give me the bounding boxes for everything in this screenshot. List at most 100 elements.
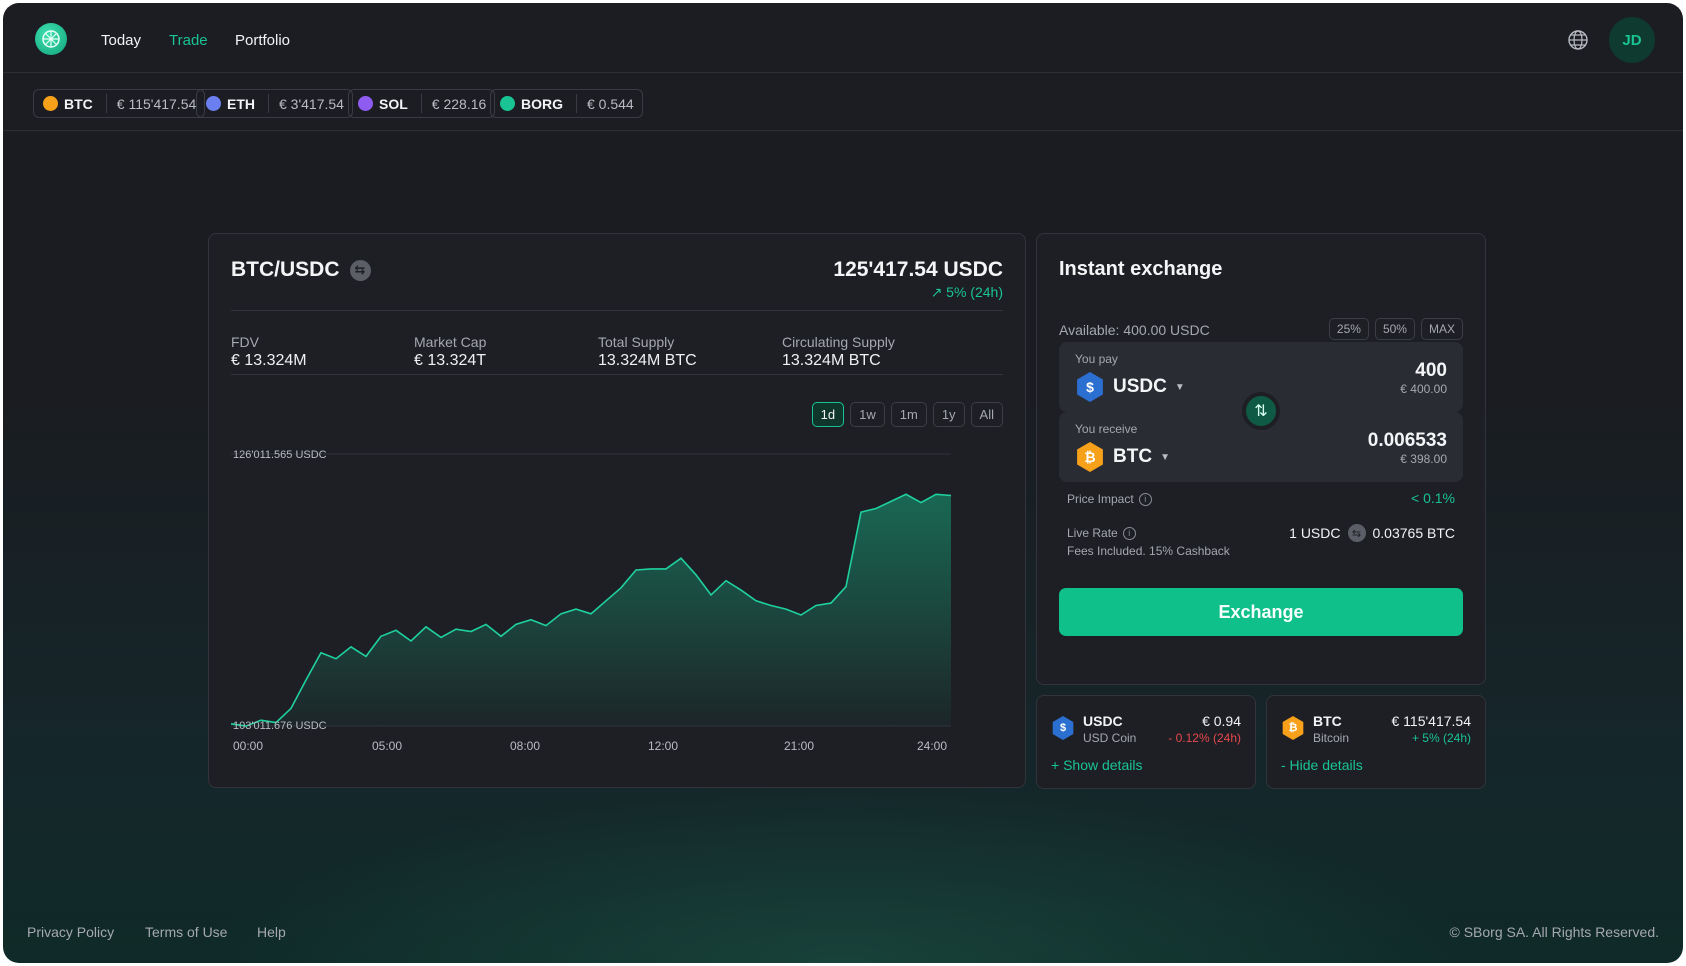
swap-rate-icon[interactable]: ⇆ bbox=[1347, 524, 1366, 542]
stat-market-cap: Market Cap € 13.324T bbox=[414, 334, 486, 370]
coin-symbol: BTC bbox=[1313, 713, 1342, 729]
show-details-link[interactable]: + Show details bbox=[1051, 757, 1142, 773]
x-axis-ticks: 00:00 05:00 08:00 12:00 21:00 24:00 bbox=[233, 739, 947, 753]
globe-icon[interactable] bbox=[1567, 29, 1589, 51]
chart-card: BTC/USDC ⇆ 125'417.54 USDC ↗ 5% (24h) FD… bbox=[208, 233, 1026, 788]
brand-logo-icon[interactable] bbox=[35, 23, 67, 55]
range-1y[interactable]: 1y bbox=[932, 402, 965, 427]
live-rate-row: Live Rate i bbox=[1067, 526, 1136, 540]
receive-caption: You receive bbox=[1075, 422, 1138, 436]
receive-amount-eur: € 398.00 bbox=[1400, 452, 1447, 466]
stat-circulating-supply: Circulating Supply 13.324M BTC bbox=[782, 334, 895, 370]
range-1d[interactable]: 1d bbox=[811, 402, 845, 427]
info-icon[interactable]: i bbox=[1138, 492, 1152, 506]
x-tick-label: 21:00 bbox=[784, 739, 814, 753]
ticker-eth[interactable]: ETH € 3'417.54 bbox=[196, 89, 353, 118]
swap-pair-icon[interactable]: ⇆ bbox=[349, 259, 371, 281]
nav-today[interactable]: Today bbox=[101, 32, 141, 49]
stat-label: Total Supply bbox=[598, 334, 675, 350]
divider bbox=[231, 310, 1003, 311]
coin-symbol: USDC bbox=[1083, 713, 1123, 729]
pct-max-button[interactable]: MAX bbox=[1420, 318, 1463, 340]
x-tick-label: 24:00 bbox=[917, 739, 947, 753]
live-rate-label: Live Rate bbox=[1067, 526, 1118, 540]
ticker-price: € 228.16 bbox=[431, 95, 487, 112]
exchange-title: Instant exchange bbox=[1059, 258, 1223, 280]
price-chart[interactable]: 126'011.565 USDC 103'011.676 USDC 00:00 0… bbox=[231, 434, 1005, 754]
ticker-symbol: BTC bbox=[64, 95, 93, 112]
app-window: Today Trade Portfolio JD BTC € 115'417.5… bbox=[3, 3, 1683, 963]
ticker-price: € 0.544 bbox=[587, 95, 634, 112]
footer-help-link[interactable]: Help bbox=[257, 924, 286, 940]
exchange-card: Instant exchange Available: 400.00 USDC … bbox=[1036, 233, 1486, 685]
stat-label: Circulating Supply bbox=[782, 334, 895, 350]
footer-terms-link[interactable]: Terms of Use bbox=[145, 924, 227, 940]
range-selector: 1d 1w 1m 1y All bbox=[811, 402, 1003, 427]
ticker-price: € 3'417.54 bbox=[279, 95, 344, 112]
range-1w[interactable]: 1w bbox=[850, 402, 885, 427]
ethereum-icon bbox=[206, 96, 221, 111]
chevron-down-icon: ▼ bbox=[1160, 451, 1170, 463]
stat-value: 13.324M BTC bbox=[598, 352, 697, 369]
receive-amount: 0.006533 bbox=[1367, 430, 1447, 451]
hide-details-link[interactable]: - Hide details bbox=[1281, 757, 1363, 773]
rate-from: 1 USDC bbox=[1289, 525, 1341, 541]
usdc-icon: $ bbox=[1052, 716, 1074, 740]
pct-50-button[interactable]: 50% bbox=[1374, 318, 1415, 340]
ticker-symbol: SOL bbox=[379, 95, 408, 112]
user-avatar[interactable]: JD bbox=[1609, 17, 1655, 63]
percent-buttons: 25% 50% MAX bbox=[1328, 318, 1463, 340]
coin-name: USD Coin bbox=[1083, 731, 1137, 745]
coin-change: - 0.12% (24h) bbox=[1168, 731, 1241, 745]
price-area bbox=[231, 494, 951, 727]
range-1m[interactable]: 1m bbox=[890, 402, 927, 427]
bitcoin-icon: ₿ bbox=[1282, 716, 1304, 740]
fees-note: Fees Included. 15% Cashback bbox=[1067, 544, 1230, 558]
x-tick-label: 12:00 bbox=[648, 739, 678, 753]
solana-icon bbox=[358, 96, 373, 111]
ticker-symbol: BORG bbox=[521, 95, 563, 112]
borg-icon bbox=[500, 96, 515, 111]
pair-name: BTC/USDC bbox=[231, 258, 340, 281]
pay-amount-eur: € 400.00 bbox=[1400, 382, 1447, 396]
swap-direction-button[interactable]: ⇅ bbox=[1242, 392, 1280, 430]
coin-change: + 5% (24h) bbox=[1411, 731, 1471, 745]
range-all[interactable]: All bbox=[970, 402, 1003, 427]
info-icon[interactable]: i bbox=[1122, 526, 1136, 540]
ticker-sol[interactable]: SOL € 228.16 bbox=[348, 89, 496, 118]
btc-summary-card: ₿ BTC Bitcoin € 115'417.54 + 5% (24h) - … bbox=[1266, 695, 1486, 789]
bitcoin-icon bbox=[43, 96, 58, 111]
x-tick-label: 08:00 bbox=[510, 739, 540, 753]
available-balance: Available: 400.00 USDC bbox=[1059, 322, 1210, 338]
ticker-btc[interactable]: BTC € 115'417.54 bbox=[33, 89, 206, 118]
exchange-button[interactable]: Exchange bbox=[1059, 588, 1463, 636]
pct-25-button[interactable]: 25% bbox=[1328, 318, 1369, 340]
stat-label: Market Cap bbox=[414, 334, 487, 350]
y-max-label: 126'011.565 USDC bbox=[233, 449, 327, 461]
price-impact-label: Price Impact bbox=[1067, 492, 1134, 506]
ticker-price: € 115'417.54 bbox=[116, 95, 197, 112]
pay-token-select[interactable]: $ USDC ▼ bbox=[1075, 372, 1185, 402]
chevron-down-icon: ▼ bbox=[1174, 381, 1185, 393]
divider bbox=[231, 374, 1003, 375]
nav-portfolio[interactable]: Portfolio bbox=[235, 32, 290, 49]
coin-price: € 0.94 bbox=[1202, 713, 1241, 729]
nav-trade[interactable]: Trade bbox=[169, 32, 208, 49]
x-tick-label: 00:00 bbox=[233, 739, 263, 753]
ticker-bar: BTC € 115'417.54 ETH € 3'417.54 SOL € 22… bbox=[3, 73, 1683, 131]
footer-privacy-link[interactable]: Privacy Policy bbox=[27, 924, 114, 940]
ticker-borg[interactable]: BORG € 0.544 bbox=[490, 89, 643, 118]
coin-name: Bitcoin bbox=[1313, 731, 1350, 745]
stat-label: FDV bbox=[231, 334, 259, 350]
ticker-symbol: ETH bbox=[227, 95, 255, 112]
stat-value: 13.324M BTC bbox=[782, 352, 881, 369]
pair-title: BTC/USDC ⇆ bbox=[231, 258, 371, 282]
stat-value: € 13.324M bbox=[231, 352, 307, 369]
pair-change: ↗ 5% (24h) bbox=[930, 284, 1003, 300]
y-min-label: 103'011.676 USDC bbox=[233, 720, 327, 732]
receive-token-label: BTC bbox=[1113, 446, 1153, 467]
stat-value: € 13.324T bbox=[414, 352, 487, 369]
receive-token-select[interactable]: ₿ BTC ▼ bbox=[1075, 442, 1170, 472]
pay-token-label: USDC bbox=[1113, 376, 1167, 397]
pay-amount-input[interactable]: 400 bbox=[1415, 360, 1447, 382]
